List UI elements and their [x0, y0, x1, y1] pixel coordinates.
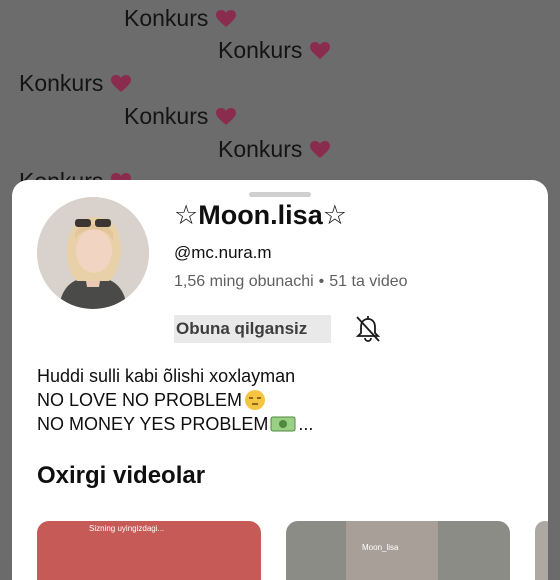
konkurs-text-5: Konkurs — [218, 136, 331, 163]
recent-videos-title: Oxirgi videolar — [37, 462, 206, 489]
heart-icon — [216, 107, 237, 125]
konkurs-text-3: Konkurs — [19, 70, 132, 97]
channel-handle: @mc.nura.m — [174, 243, 272, 262]
bell-off-icon[interactable] — [353, 314, 383, 344]
stats-separator: • — [318, 273, 325, 290]
konkurs-text-4: Konkurs — [124, 103, 237, 130]
thumbnail-caption: Sizning uyingizdagi... — [89, 524, 165, 533]
unamused-face-emoji — [245, 390, 266, 410]
description-line-1: Huddi sulli kabi õlishi xoxlayman — [37, 366, 296, 386]
heart-icon — [310, 41, 331, 59]
video-thumbnail[interactable] — [535, 521, 548, 580]
thumbnail-caption: Moon_lisa — [362, 543, 399, 552]
konkurs-text-2: Konkurs — [218, 37, 331, 64]
subscribed-button[interactable]: Obuna qilgansiz — [174, 315, 331, 343]
avatar-image — [37, 197, 149, 309]
konkurs-text-1: Konkurs — [124, 5, 237, 32]
description-line-3: NO MONEY YES PROBLEM ... — [37, 414, 314, 434]
channel-description[interactable]: Huddi sulli kabi õlishi xoxlayman NO LOV… — [37, 364, 313, 436]
avatar[interactable] — [37, 197, 149, 309]
heart-icon — [310, 140, 331, 158]
video-thumbnail[interactable]: Moon_lisa — [286, 521, 510, 580]
channel-bottom-sheet: ☆Moon.lisa☆ @mc.nura.m 1,56 ming obunach… — [12, 180, 548, 580]
channel-name: ☆Moon.lisa☆ — [174, 200, 347, 230]
drag-handle[interactable] — [249, 192, 311, 197]
subscriber-count: 1,56 ming obunachi — [174, 273, 314, 290]
heart-icon — [216, 9, 237, 27]
channel-stats: 1,56 ming obunachi • 51 ta video — [174, 273, 408, 291]
heart-icon — [111, 74, 132, 92]
description-line-2: NO LOVE NO PROBLEM — [37, 388, 313, 412]
money-emoji — [270, 416, 296, 432]
video-thumbnail[interactable]: Sizning uyingizdagi... — [37, 521, 261, 580]
video-count: 51 ta video — [329, 273, 408, 290]
